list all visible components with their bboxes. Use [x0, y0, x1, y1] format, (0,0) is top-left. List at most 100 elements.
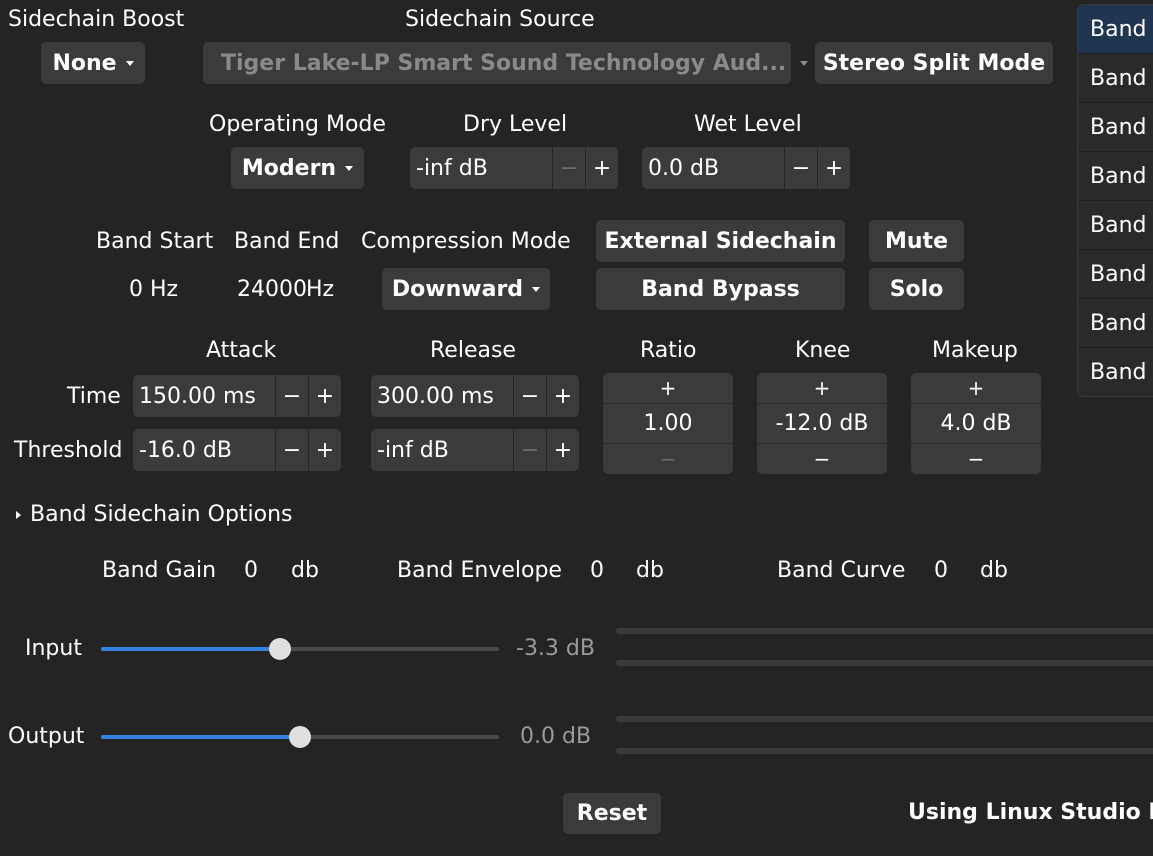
band-end-label: Band End [234, 229, 340, 254]
attack-time-decrement-button[interactable]: − [275, 375, 308, 417]
input-level-meter-right [616, 660, 1153, 666]
sidechain-source-label: Sidechain Source [405, 7, 595, 32]
makeup-increment-button[interactable]: + [911, 373, 1041, 403]
reset-button[interactable]: Reset [563, 793, 661, 834]
wet-level-value[interactable]: 0.0 dB [642, 147, 784, 189]
release-time-decrement-button[interactable]: − [513, 375, 546, 417]
makeup-decrement-button[interactable]: − [911, 444, 1041, 474]
band-sidechain-options-label: Band Sidechain Options [30, 502, 293, 527]
band-curve-label: Band Curve [777, 558, 906, 583]
band-start-label: Band Start [96, 229, 214, 254]
stereo-split-mode-button[interactable]: Stereo Split Mode [815, 42, 1053, 84]
chevron-down-icon [125, 60, 134, 66]
makeup-label: Makeup [932, 338, 1018, 363]
input-slider-fill [101, 647, 281, 651]
ratio-spinner[interactable]: + 1.00 − [603, 373, 733, 474]
input-slider-handle[interactable] [269, 638, 292, 660]
ratio-value[interactable]: 1.00 [603, 403, 733, 444]
ratio-increment-button[interactable]: + [603, 373, 733, 403]
knee-value[interactable]: -12.0 dB [757, 403, 887, 444]
release-threshold-decrement-button[interactable]: − [513, 429, 546, 471]
chevron-down-icon [345, 165, 354, 171]
sidechain-boost-value: None [52, 50, 117, 76]
band-envelope-unit: db [636, 558, 664, 583]
band-gain-unit: db [291, 558, 319, 583]
release-threshold-increment-button[interactable]: + [546, 429, 579, 471]
attack-threshold-spinner[interactable]: -16.0 dB − + [133, 429, 341, 471]
band-list-item[interactable]: Band [1078, 5, 1153, 54]
footer-credit: Using Linux Studio Pl [908, 800, 1153, 825]
wet-level-increment-button[interactable]: + [817, 147, 850, 189]
output-level-meter-left [616, 716, 1153, 722]
release-label: Release [430, 338, 516, 363]
attack-time-spinner[interactable]: 150.00 ms − + [133, 375, 341, 417]
release-threshold-spinner[interactable]: -inf dB − + [371, 429, 579, 471]
attack-threshold-increment-button[interactable]: + [308, 429, 341, 471]
input-label: Input [25, 636, 82, 661]
dry-level-decrement-button[interactable]: − [552, 147, 585, 189]
attack-threshold-decrement-button[interactable]: − [275, 429, 308, 471]
makeup-value[interactable]: 4.0 dB [911, 403, 1041, 444]
dry-level-increment-button[interactable]: + [585, 147, 618, 189]
output-level-meter-right [616, 748, 1153, 754]
band-list-item[interactable]: Band [1078, 103, 1153, 152]
band-list-item[interactable]: Band [1078, 54, 1153, 103]
release-time-increment-button[interactable]: + [546, 375, 579, 417]
solo-button[interactable]: Solo [869, 268, 964, 310]
ratio-label: Ratio [640, 338, 697, 363]
threshold-row-label: Threshold [14, 438, 123, 463]
attack-time-value[interactable]: 150.00 ms [133, 375, 275, 417]
output-label: Output [8, 724, 85, 749]
wet-level-decrement-button[interactable]: − [784, 147, 817, 189]
attack-threshold-value[interactable]: -16.0 dB [133, 429, 275, 471]
release-threshold-value[interactable]: -inf dB [371, 429, 513, 471]
input-value: -3.3 dB [516, 636, 595, 661]
external-sidechain-button[interactable]: External Sidechain [596, 220, 845, 262]
compression-mode-dropdown[interactable]: Downward [382, 268, 550, 310]
band-curve-value: 0 [934, 558, 948, 583]
expander-arrow-icon [16, 510, 21, 519]
band-envelope-label: Band Envelope [397, 558, 562, 583]
wet-level-spinner[interactable]: 0.0 dB − + [642, 147, 850, 189]
band-gain-value: 0 [244, 558, 258, 583]
band-end-value: 24000 [237, 277, 307, 302]
band-sidechain-options-expander[interactable]: Band Sidechain Options [16, 502, 293, 527]
output-slider-handle[interactable] [289, 726, 311, 748]
makeup-spinner[interactable]: + 4.0 dB − [911, 373, 1041, 474]
output-slider-fill [101, 735, 300, 739]
operating-mode-dropdown[interactable]: Modern [231, 147, 364, 189]
dry-level-spinner[interactable]: -inf dB − + [410, 147, 618, 189]
knee-label: Knee [795, 338, 851, 363]
band-envelope-value: 0 [590, 558, 604, 583]
operating-mode-value: Modern [241, 155, 337, 181]
dry-level-label: Dry Level [463, 112, 568, 137]
band-list-item[interactable]: Band [1078, 348, 1153, 396]
band-list-item[interactable]: Band [1078, 250, 1153, 299]
chevron-down-icon [800, 60, 809, 66]
band-list-item[interactable]: Band [1078, 152, 1153, 201]
knee-spinner[interactable]: + -12.0 dB − [757, 373, 887, 474]
band-list-item[interactable]: Band [1078, 201, 1153, 250]
compression-mode-value: Downward [391, 276, 524, 302]
input-level-meter-left [616, 628, 1153, 634]
knee-increment-button[interactable]: + [757, 373, 887, 403]
chevron-down-icon [532, 286, 541, 292]
band-list-item[interactable]: Band [1078, 299, 1153, 348]
sidechain-source-dropdown[interactable]: Tiger Lake-LP Smart Sound Technology Aud… [203, 42, 809, 84]
operating-mode-label: Operating Mode [209, 112, 386, 137]
attack-label: Attack [206, 338, 277, 363]
attack-time-increment-button[interactable]: + [308, 375, 341, 417]
mute-button[interactable]: Mute [869, 220, 964, 262]
band-bypass-button[interactable]: Band Bypass [596, 268, 845, 310]
ratio-decrement-button[interactable]: − [603, 444, 733, 474]
knee-decrement-button[interactable]: − [757, 444, 887, 474]
release-time-value[interactable]: 300.00 ms [371, 375, 513, 417]
band-end-unit: Hz [306, 277, 335, 302]
time-row-label: Time [67, 384, 121, 409]
dry-level-value[interactable]: -inf dB [410, 147, 552, 189]
band-list: Band Band Band Band Band Band Band Band [1077, 4, 1153, 397]
sidechain-boost-dropdown[interactable]: None [41, 42, 145, 84]
sidechain-source-value: Tiger Lake-LP Smart Sound Technology Aud… [221, 50, 787, 76]
release-time-spinner[interactable]: 300.00 ms − + [371, 375, 579, 417]
wet-level-label: Wet Level [694, 112, 802, 137]
